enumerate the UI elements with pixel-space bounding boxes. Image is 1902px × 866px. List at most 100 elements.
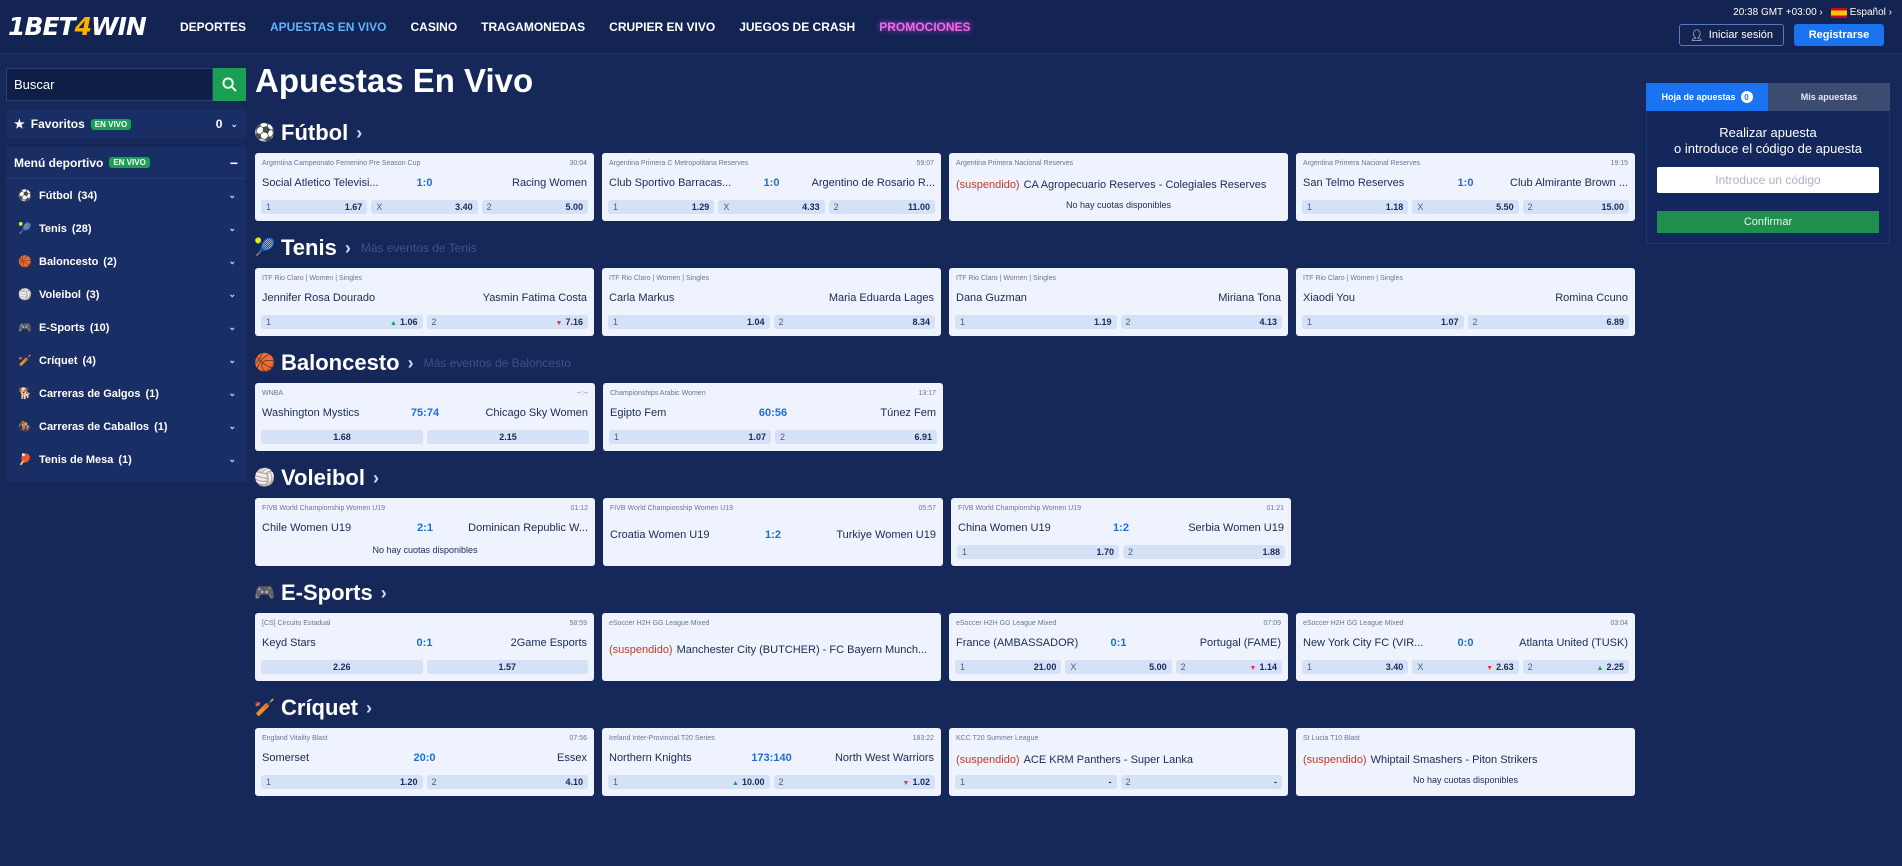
odds-button[interactable]: 2 8.34 — [773, 315, 935, 329]
chevron-right-icon[interactable]: › — [345, 238, 351, 259]
sidebar-item-fútbol[interactable]: ⚽ Fútbol (34) ⌄ — [6, 179, 246, 212]
chevron-down-icon[interactable]: ⌄ — [228, 322, 236, 333]
event-card[interactable]: ITF Rio Claro | Women | Singles Xiaodi Yo… — [1296, 268, 1635, 336]
odds-button[interactable]: X ▼ 2.63 — [1412, 660, 1519, 674]
sidebar-item-carreras-de-galgos[interactable]: 🐕 Carreras de Galgos (1) ⌄ — [6, 377, 246, 410]
event-card[interactable]: Argentina Campeonato Femenino Pre Season… — [255, 153, 594, 221]
event-card[interactable]: Championships Arabic Women 13:17 Egipto Fe… — [603, 383, 943, 451]
language-selector[interactable]: Español — [1850, 7, 1886, 18]
section-header[interactable]: 🎾 Tenis › Más eventos de Tenis — [254, 235, 1635, 261]
event-card[interactable]: FIVB World Championship Women U19 01:12 Ch… — [255, 498, 595, 566]
odds-button[interactable]: 2 1.88 — [1123, 545, 1285, 559]
search-button[interactable] — [213, 68, 246, 101]
sidebar-item-voleibol[interactable]: 🏐 Voleibol (3) ⌄ — [6, 278, 246, 311]
odds-button[interactable]: 2.26 — [261, 660, 423, 674]
event-card[interactable]: ITF Rio Claro | Women | Singles Dana Guzm… — [949, 268, 1288, 336]
odds-button[interactable]: 1- — [955, 775, 1117, 789]
search-input[interactable]: Buscar — [6, 68, 213, 101]
event-card[interactable]: ITF Rio Claro | Women | Singles Carla Mar… — [602, 268, 941, 336]
chevron-down-icon[interactable]: ⌄ — [228, 256, 236, 267]
odds-button[interactable]: 2 ▲ 2.25 — [1522, 660, 1629, 674]
event-card[interactable]: KCC T20 Summer League (suspendido) ACE KRM… — [949, 728, 1288, 796]
event-card[interactable]: ITF Rio Claro | Women | Singles Jennifer … — [255, 268, 594, 336]
odds-button[interactable]: X 5.50 — [1412, 200, 1519, 214]
nav-apuestas-en-vivo[interactable]: APUESTAS EN VIVO — [270, 20, 386, 34]
event-card[interactable]: Ireland Inter-Provincial T20 Series 183:2… — [602, 728, 941, 796]
event-card[interactable]: eSoccer H2H GG League Mixed 03:04 New York… — [1296, 613, 1635, 681]
register-button[interactable]: Registrarse — [1794, 24, 1884, 46]
timezone-selector[interactable]: GMT +03:00 — [1761, 7, 1817, 18]
odds-button[interactable]: 2 5.00 — [481, 200, 588, 214]
odds-button[interactable]: 1.57 — [426, 660, 588, 674]
odds-button[interactable]: 1 1.07 — [609, 430, 771, 444]
odds-button[interactable]: 1 1.70 — [957, 545, 1119, 559]
nav-casino[interactable]: CASINO — [410, 20, 457, 34]
odds-button[interactable]: X 4.33 — [718, 200, 825, 214]
odds-button[interactable]: 2 ▼ 7.16 — [426, 315, 588, 329]
odds-button[interactable]: 1 3.40 — [1302, 660, 1409, 674]
event-card[interactable]: St Lucia T10 Blast (suspendido) Whiptail S… — [1296, 728, 1635, 796]
event-card[interactable]: [CS] Circuito Estadual 58:59 Keyd Stars 0:1… — [255, 613, 594, 681]
odds-button[interactable]: 2 11.00 — [828, 200, 935, 214]
chevron-down-icon[interactable]: ⌄ — [228, 454, 236, 465]
login-button[interactable]: 👤︎ Iniciar sesión — [1678, 24, 1784, 46]
odds-button[interactable]: 1 1.20 — [261, 775, 423, 789]
chevron-right-icon[interactable]: › — [408, 353, 414, 374]
odds-button[interactable]: 1 1.07 — [1302, 315, 1464, 329]
sidebar-item-baloncesto[interactable]: 🏀 Baloncesto (2) ⌄ — [6, 245, 246, 278]
sidebar-item-carreras-de-caballos[interactable]: 🏇 Carreras de Caballos (1) ⌄ — [6, 410, 246, 443]
sidebar-item-e-sports[interactable]: 🎮 E-Sports (10) ⌄ — [6, 311, 246, 344]
odds-button[interactable]: 2- — [1120, 775, 1282, 789]
nav-crupier-en-vivo[interactable]: CRUPIER EN VIVO — [609, 20, 715, 34]
chevron-right-icon[interactable]: › — [373, 468, 379, 489]
odds-button[interactable]: 1 ▲ 1.06 — [261, 315, 423, 329]
nav-tragamonedas[interactable]: TRAGAMONEDAS — [481, 20, 585, 34]
section-header[interactable]: 🏀 Baloncesto › Más eventos de Baloncesto — [254, 350, 1635, 376]
sidebar-item-tenis-de-mesa[interactable]: 🏓 Tenis de Mesa (1) ⌄ — [6, 443, 246, 476]
more-events-link[interactable]: Más eventos de Tenis — [361, 241, 477, 255]
sports-menu-header[interactable]: Menú deportivo EN VIVO − — [6, 147, 246, 179]
section-header[interactable]: 🎮 E-Sports › — [254, 580, 1635, 606]
odds-button[interactable]: 1.68 — [261, 430, 423, 444]
event-card[interactable]: FIVB World Championship Women U19 01:21 Ch… — [951, 498, 1291, 566]
collapse-icon[interactable]: − — [230, 155, 238, 171]
odds-button[interactable]: 2 ▼ 1.14 — [1175, 660, 1282, 674]
event-card[interactable]: Argentina Primera C Metropolitana Reserv… — [602, 153, 941, 221]
confirm-button[interactable]: Confirmar — [1657, 211, 1879, 233]
odds-button[interactable]: 1 1.18 — [1302, 200, 1409, 214]
chevron-down-icon[interactable]: ⌄ — [230, 119, 238, 130]
odds-button[interactable]: X 3.40 — [371, 200, 478, 214]
section-header[interactable]: 🏏 Críquet › — [254, 695, 1635, 721]
nav-deportes[interactable]: DEPORTES — [180, 20, 246, 34]
more-events-link[interactable]: Más eventos de Baloncesto — [424, 356, 571, 370]
event-card[interactable]: FIVB World Championship Women U19 05:57 Cr… — [603, 498, 943, 566]
section-header[interactable]: ⚽ Fútbol › — [254, 120, 1635, 146]
bet-code-input[interactable]: Introduce un código — [1657, 167, 1879, 193]
sidebar-item-tenis[interactable]: 🎾 Tenis (28) ⌄ — [6, 212, 246, 245]
event-card[interactable]: eSoccer H2H GG League Mixed 07:09 France (… — [949, 613, 1288, 681]
favorites-row[interactable]: ★ Favoritos EN VIVO 0 ⌄ — [6, 109, 246, 139]
odds-button[interactable]: X 5.00 — [1065, 660, 1172, 674]
odds-button[interactable]: 1 1.29 — [608, 200, 715, 214]
odds-button[interactable]: 2 4.13 — [1120, 315, 1282, 329]
chevron-right-icon[interactable]: › — [381, 583, 387, 604]
odds-button[interactable]: 1 1.19 — [955, 315, 1117, 329]
chevron-down-icon[interactable]: ⌄ — [228, 190, 236, 201]
chevron-down-icon[interactable]: ⌄ — [228, 355, 236, 366]
chevron-down-icon[interactable]: ⌄ — [228, 223, 236, 234]
event-card[interactable]: eSoccer H2H GG League Mixed (suspendido) M… — [602, 613, 941, 681]
odds-button[interactable]: 2 6.89 — [1467, 315, 1629, 329]
odds-button[interactable]: 1 ▲ 10.00 — [608, 775, 770, 789]
chevron-right-icon[interactable]: › — [356, 123, 362, 144]
nav-promociones[interactable]: PROMOCIONES — [879, 20, 970, 34]
event-card[interactable]: England Vitality Blast 07:56 Somerset 20:0 E… — [255, 728, 594, 796]
section-header[interactable]: 🏐 Voleibol › — [254, 465, 1635, 491]
brand-logo[interactable]: 1BET4WIN — [8, 12, 147, 41]
odds-button[interactable]: 2 ▼ 1.02 — [773, 775, 935, 789]
odds-button[interactable]: 2 6.91 — [775, 430, 937, 444]
tab-mis-apuestas[interactable]: Mis apuestas — [1768, 83, 1890, 111]
odds-button[interactable]: 2 15.00 — [1522, 200, 1629, 214]
odds-button[interactable]: 1 1.67 — [261, 200, 368, 214]
event-card[interactable]: Argentina Primera Nacional Reserves 19:15… — [1296, 153, 1635, 221]
odds-button[interactable]: 2 4.10 — [426, 775, 588, 789]
